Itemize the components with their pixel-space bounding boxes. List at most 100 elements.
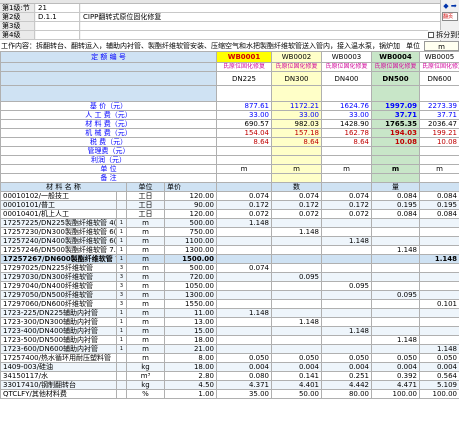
material-quantity[interactable]: 1.148 [271, 227, 322, 237]
material-quantity[interactable]: 0.172 [271, 200, 322, 210]
material-quantity[interactable]: 0.074 [216, 263, 272, 273]
summary-value[interactable] [371, 155, 420, 165]
summary-value[interactable]: 1172.21 [271, 101, 322, 111]
quota-spec-cell[interactable]: DN225 [216, 71, 272, 86]
material-price[interactable]: 1.00 [164, 389, 217, 399]
material-row[interactable]: 17297060/DN600纤维软管 3 m 1550.00 0.101 [0, 299, 459, 309]
material-quantity[interactable]: 0.004 [371, 362, 420, 372]
material-quantity[interactable] [371, 227, 420, 237]
quota-title-cell[interactable]: 氏原位固化修复 [216, 62, 272, 72]
material-quantity[interactable] [321, 317, 372, 327]
material-quantity[interactable]: 0.074 [216, 191, 272, 201]
summary-row[interactable]: 材 料 费（元） 690.57 982.03 1428.90 1765.35 2036.4… [0, 119, 459, 129]
material-quantity[interactable]: 4.442 [321, 380, 372, 390]
summary-value[interactable]: 162.78 [321, 128, 372, 138]
summary-value[interactable]: 1765.35 [371, 119, 420, 129]
material-name[interactable]: 17257246/DN500製酯纤维软管 7.5(mm) [0, 245, 117, 255]
quota-code-cell[interactable]: WB0003 [321, 51, 372, 63]
material-price[interactable]: 120.00 [164, 209, 217, 219]
material-quantity[interactable]: 0.195 [371, 200, 420, 210]
summary-value[interactable]: 37.71 [371, 110, 420, 120]
material-quantity[interactable] [419, 272, 459, 282]
material-quantity[interactable] [321, 227, 372, 237]
material-quantity[interactable]: 0.084 [371, 191, 420, 201]
material-quantity[interactable] [216, 290, 272, 300]
material-quantity[interactable] [321, 272, 372, 282]
material-quantity[interactable]: 0.095 [371, 290, 420, 300]
summary-value[interactable] [321, 155, 372, 165]
material-quantity[interactable] [271, 254, 322, 264]
summary-value[interactable]: 8.64 [216, 137, 272, 147]
material-quantity[interactable] [321, 254, 372, 264]
quota-title-row[interactable]: 氏原位固化修复氏原位固化修复氏原位固化修复氏原位固化修复氏原位固化修复 [0, 62, 459, 72]
material-name[interactable]: 17297060/DN600纤维软管 [0, 299, 117, 309]
summary-value[interactable]: 8.64 [321, 137, 372, 147]
material-quantity[interactable]: 0.050 [321, 353, 372, 363]
quota-code-cell[interactable]: WB0004 [371, 51, 420, 63]
material-quantity[interactable] [216, 335, 272, 345]
material-quantity[interactable] [216, 236, 272, 246]
material-quantity[interactable]: 0.050 [271, 353, 322, 363]
level-name[interactable] [81, 31, 440, 39]
material-quantity[interactable]: 1.148 [371, 335, 420, 345]
level-row-2[interactable]: 第2级 D.1.1 CIPP翻转式原位固化修复 [0, 13, 440, 22]
quota-title-cell[interactable]: 氏原位固化修复 [371, 62, 420, 72]
material-quantity[interactable]: 0.084 [419, 191, 459, 201]
material-row[interactable]: 1723-600/DN600辅助内衬管 1 m 21.00 1.148 [0, 344, 459, 354]
unit-field[interactable]: m [424, 41, 459, 51]
material-quantity[interactable]: 1.148 [371, 245, 420, 255]
material-quantity[interactable] [216, 272, 272, 282]
material-quantity[interactable]: 50.00 [271, 389, 322, 399]
material-quantity[interactable] [216, 254, 272, 264]
material-quantity[interactable] [271, 299, 322, 309]
summary-value[interactable]: 10.08 [419, 137, 459, 147]
material-quantity[interactable]: 0.080 [216, 371, 272, 381]
material-quantity[interactable] [271, 245, 322, 255]
material-quantity[interactable] [216, 326, 272, 336]
level-name[interactable] [81, 4, 440, 12]
material-price[interactable]: 18.00 [164, 362, 217, 372]
material-quantity[interactable] [419, 317, 459, 327]
summary-value[interactable]: 2036.47 [419, 119, 459, 129]
level-row-1[interactable]: 第1级:节 21 [0, 4, 440, 13]
material-quantity[interactable] [216, 227, 272, 237]
split-option[interactable]: 拆分到列 [428, 30, 459, 40]
material-quantity[interactable] [371, 281, 420, 291]
summary-row[interactable]: 基 价（元） 877.61 1172.21 1624.76 1997.09 2273.39 [0, 101, 459, 111]
material-price[interactable]: 500.00 [164, 263, 217, 273]
material-quantity[interactable]: 0.172 [216, 200, 272, 210]
material-quantity[interactable]: 0.392 [371, 371, 420, 381]
material-quantity[interactable] [271, 335, 322, 345]
material-quantity[interactable]: 1.148 [216, 308, 272, 318]
material-price[interactable]: 1300.00 [164, 245, 217, 255]
material-quantity[interactable]: 100.00 [419, 389, 459, 399]
material-name[interactable]: 17257267/DN600製酯纤维软管 7.5(mm) [0, 254, 117, 264]
summary-value[interactable]: 199.21 [419, 128, 459, 138]
material-row[interactable]: 1723-300/DN300辅助内衬管 1 m 13.00 1.148 [0, 317, 459, 327]
summary-value[interactable] [371, 146, 420, 156]
material-quantity[interactable] [271, 218, 322, 228]
summary-value[interactable]: 37.71 [419, 110, 459, 120]
material-quantity[interactable]: 1.148 [419, 254, 459, 264]
material-quantity[interactable] [371, 272, 420, 282]
material-name[interactable]: 17297040/DN400纤维软管 [0, 281, 117, 291]
material-name[interactable]: 1723-300/DN300辅助内衬管 [0, 317, 117, 327]
material-price[interactable]: 8.00 [164, 353, 217, 363]
summary-value[interactable]: 1428.90 [321, 119, 372, 129]
material-quantity[interactable]: 0.074 [271, 191, 322, 201]
summary-value[interactable]: 690.57 [216, 119, 272, 129]
summary-value[interactable]: m [271, 164, 322, 174]
material-name[interactable]: 1723-400/DN400辅助内衬管 [0, 326, 117, 336]
material-quantity[interactable]: 4.401 [271, 380, 322, 390]
summary-value[interactable]: 33.00 [321, 110, 372, 120]
summary-value[interactable]: 982.03 [271, 119, 322, 129]
summary-value[interactable]: 157.18 [271, 128, 322, 138]
material-row[interactable]: 33017410/钢制翻转台 kg 4.50 4.371 4.401 4.442 4.471… [0, 380, 459, 390]
level-code[interactable] [36, 31, 80, 39]
material-quantity[interactable]: 0.072 [271, 209, 322, 219]
material-price[interactable]: 120.00 [164, 191, 217, 201]
material-row[interactable]: 17257267/DN600製酯纤维软管 7.5(mm)1m1500.00 1.1… [0, 254, 459, 264]
material-quantity[interactable] [321, 245, 372, 255]
quota-spec-cell[interactable]: DN400 [321, 71, 372, 86]
material-price[interactable]: 11.00 [164, 308, 217, 318]
